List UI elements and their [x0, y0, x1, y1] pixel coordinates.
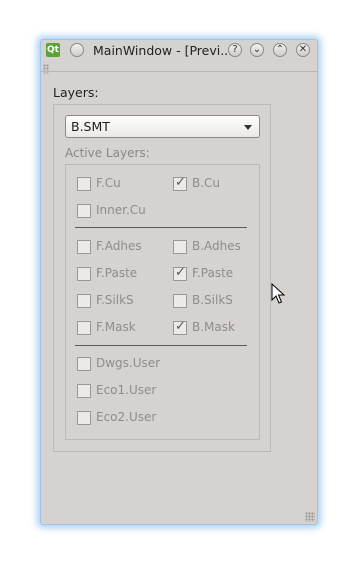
checkbox-box — [77, 267, 91, 281]
checkmark-icon: ✓ — [175, 319, 186, 334]
toolbar-grip-icon[interactable] — [43, 64, 49, 74]
checkbox-box: ✓ — [173, 319, 187, 335]
mouse-cursor-icon — [271, 283, 286, 304]
checkbox-label: F.Paste — [96, 266, 138, 280]
checkbox-label: B.Mask — [192, 320, 235, 334]
checkbox-label: F.Cu — [96, 176, 121, 190]
window-menu-button[interactable] — [70, 43, 84, 57]
checkbox-label: F.Paste — [192, 266, 234, 280]
checkbox-box — [77, 357, 91, 371]
title-separator — [41, 71, 317, 72]
checkbox-box — [77, 411, 91, 425]
checkbox-box — [77, 384, 91, 398]
minimize-button[interactable]: ⌄ — [250, 43, 264, 57]
checkbox-box — [173, 294, 187, 308]
title-bar[interactable]: Qt MainWindow - [Previ... ? ⌄ ⌃ ✕ — [41, 40, 317, 62]
separator — [75, 345, 247, 346]
checkbox-box: ✓ — [173, 265, 187, 281]
chevron-down-icon — [244, 125, 252, 130]
checkbox-box — [77, 240, 91, 254]
checkbox-box — [173, 240, 187, 254]
checkbox-label: B.SilkS — [192, 293, 233, 307]
help-button[interactable]: ? — [228, 43, 242, 57]
active-layers-label: Active Layers: — [65, 146, 150, 160]
checkbox-label: B.Cu — [192, 176, 221, 190]
window-title: MainWindow - [Previ... — [93, 43, 233, 58]
main-window: Qt MainWindow - [Previ... ? ⌄ ⌃ ✕ Layers… — [40, 39, 318, 525]
checkbox-label: F.SilkS — [96, 293, 134, 307]
checkbox-label: Dwgs.User — [96, 356, 161, 370]
close-button[interactable]: ✕ — [296, 43, 310, 57]
checkbox-box — [77, 204, 91, 218]
checkbox-label: B.Adhes — [192, 239, 241, 253]
maximize-button[interactable]: ⌃ — [273, 43, 287, 57]
checkbox-label: Inner.Cu — [96, 203, 146, 217]
checkmark-icon: ✓ — [175, 265, 186, 280]
checkbox-label: F.Mask — [96, 320, 136, 334]
resize-grip-icon[interactable] — [305, 512, 315, 522]
checkbox-label: F.Adhes — [96, 239, 142, 253]
layers-label: Layers: — [53, 85, 99, 100]
checkbox-box: ✓ — [173, 175, 187, 191]
qt-app-icon[interactable]: Qt — [46, 43, 60, 57]
checkbox-box — [77, 294, 91, 308]
checkbox-label: Eco2.User — [96, 410, 157, 424]
checkbox-box — [77, 321, 91, 335]
checkmark-icon: ✓ — [175, 175, 186, 190]
combo-value: B.SMT — [71, 119, 110, 134]
checkbox-box — [77, 177, 91, 191]
checkbox-label: Eco1.User — [96, 383, 157, 397]
layer-preset-combo[interactable]: B.SMT — [65, 115, 260, 138]
separator — [75, 227, 247, 228]
